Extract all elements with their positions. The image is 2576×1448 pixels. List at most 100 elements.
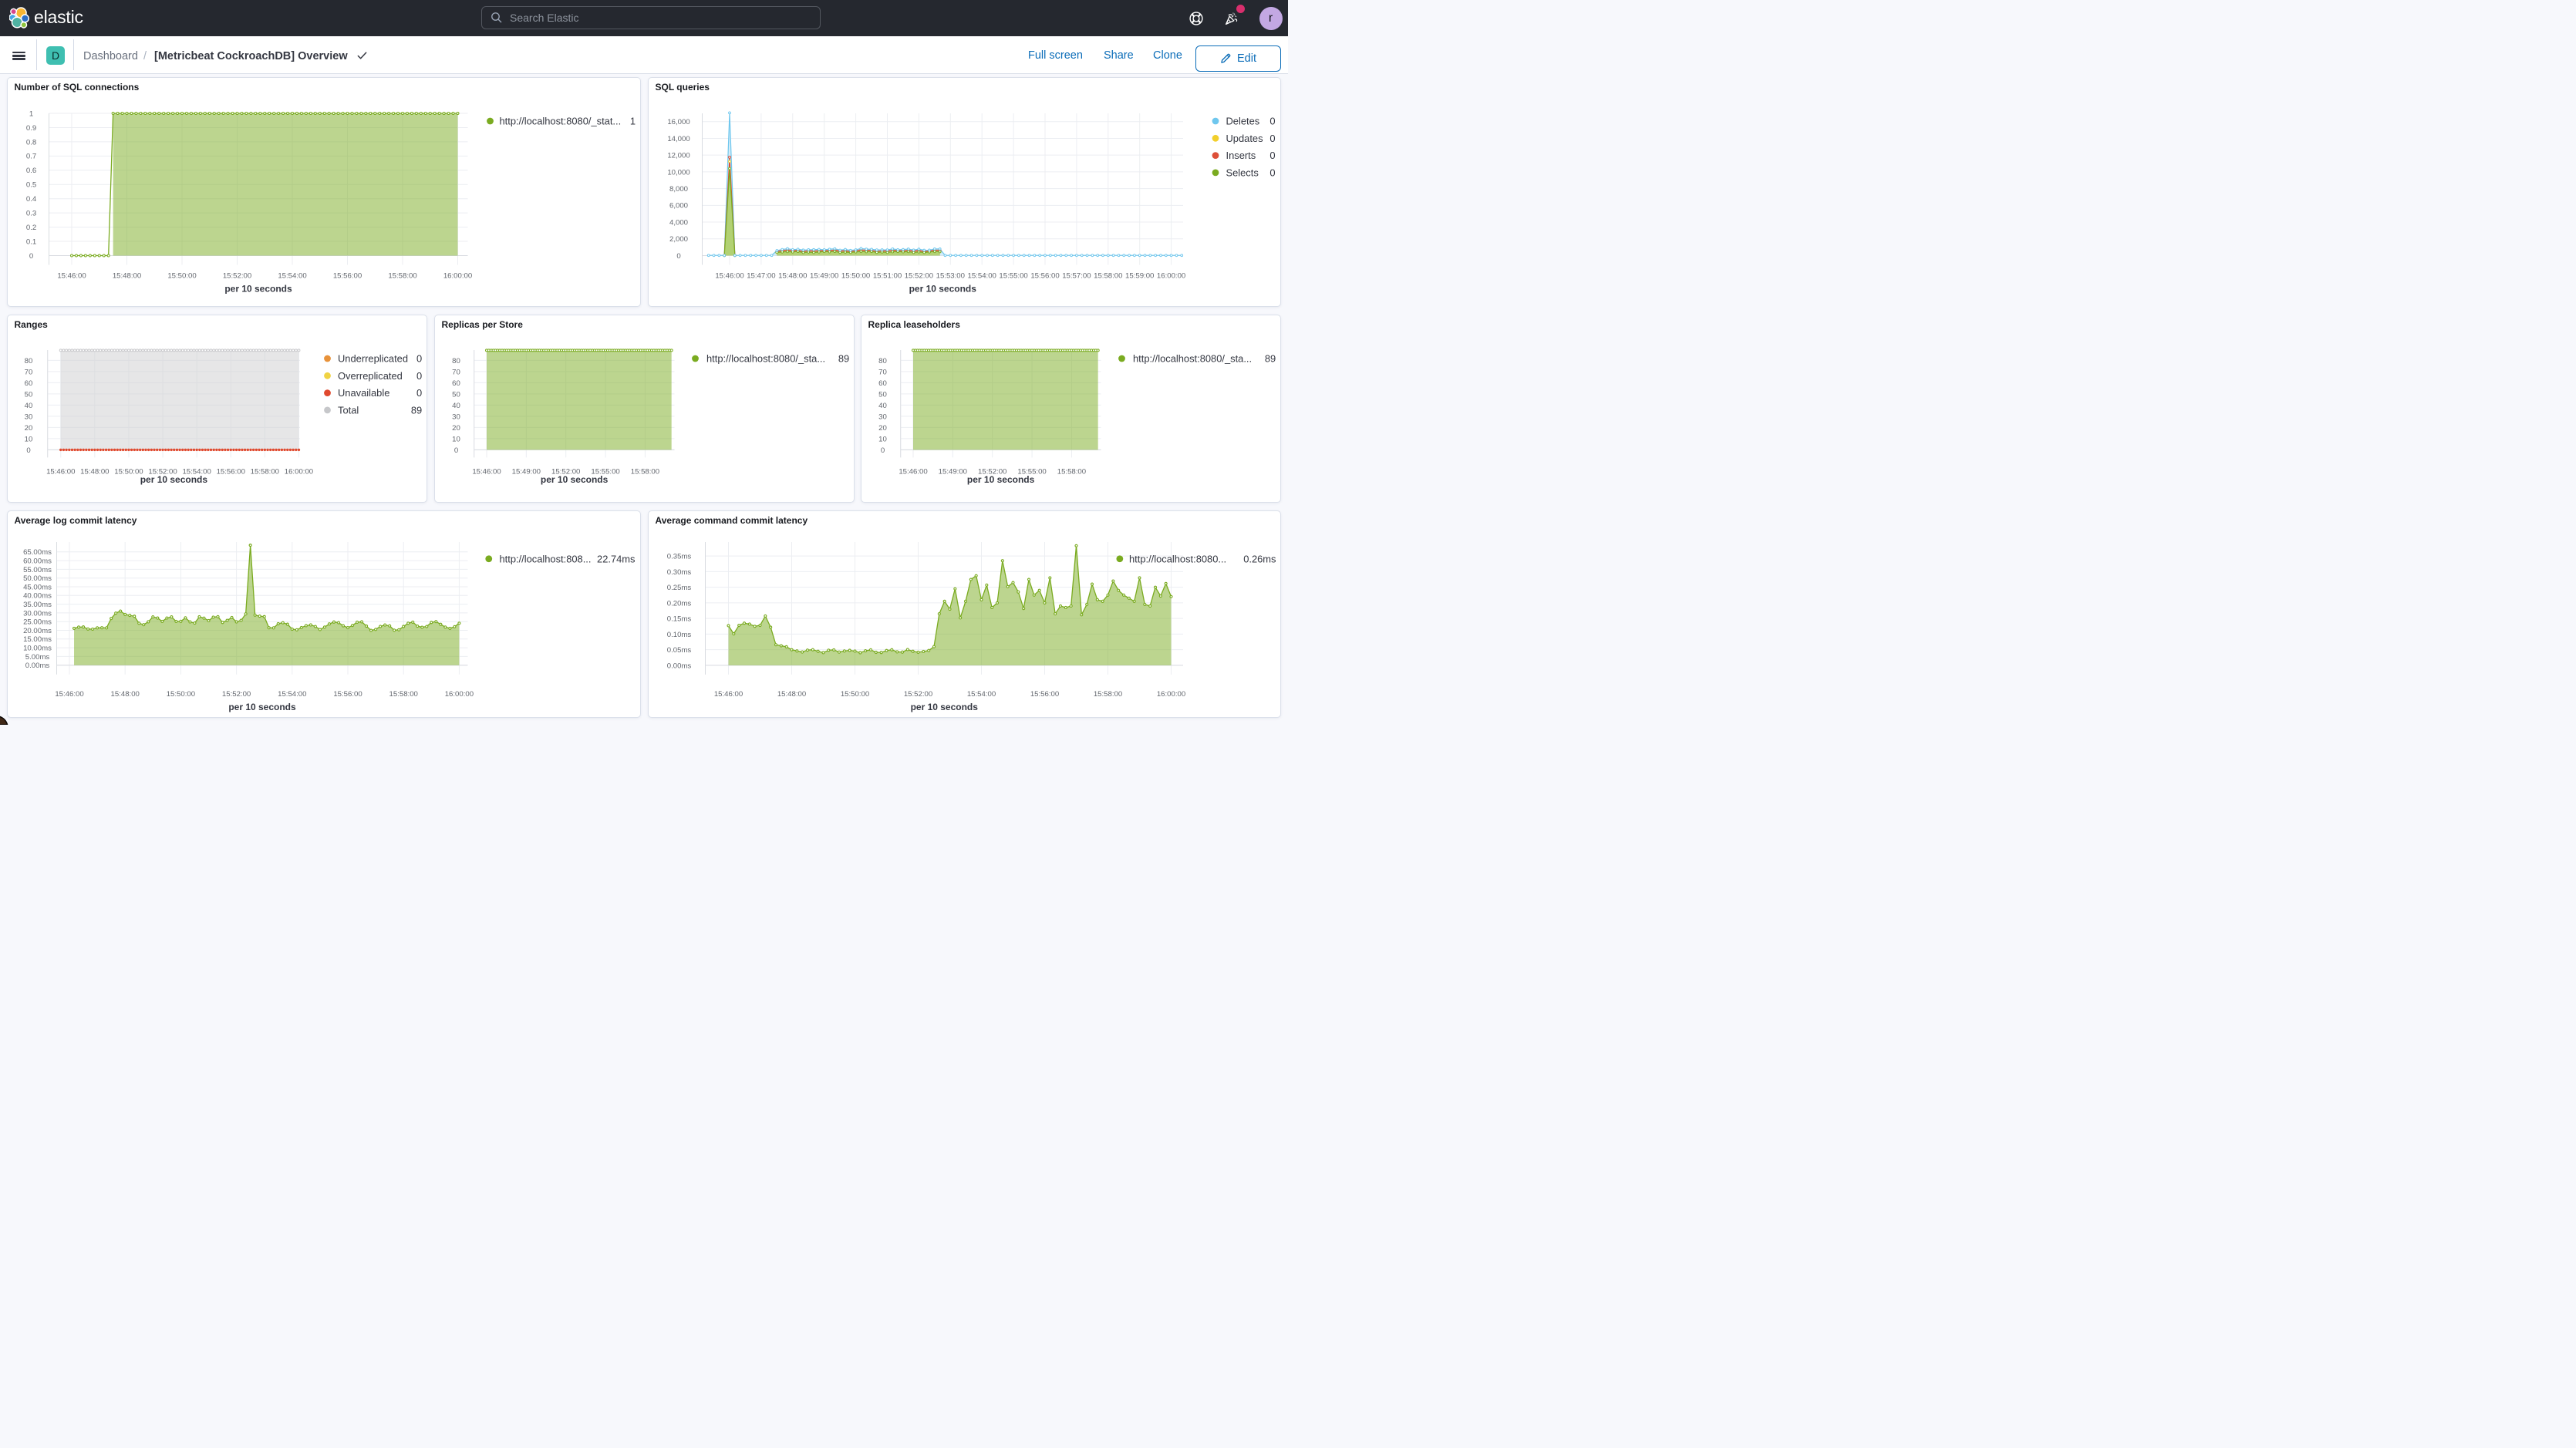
svg-text:15:54:00: 15:54:00 [278, 271, 306, 280]
svg-text:http://localhost:8080/_sta...: http://localhost:8080/_sta... [706, 352, 825, 364]
svg-text:0: 0 [880, 446, 884, 454]
svg-text:40: 40 [452, 401, 460, 409]
svg-text:20: 20 [24, 423, 32, 432]
svg-text:0.8: 0.8 [25, 138, 35, 146]
svg-text:15:56:00: 15:56:00 [1030, 271, 1059, 280]
svg-text:5.00ms: 5.00ms [25, 652, 49, 661]
svg-text:30: 30 [878, 413, 887, 421]
svg-text:per 10 seconds: per 10 seconds [909, 283, 976, 294]
svg-text:60: 60 [878, 379, 887, 387]
svg-text:15:49:00: 15:49:00 [810, 271, 838, 280]
svg-text:15:54:00: 15:54:00 [967, 271, 996, 280]
svg-text:Updates: Updates [1226, 132, 1263, 143]
svg-text:15.00ms: 15.00ms [23, 635, 52, 644]
svg-text:0.00ms: 0.00ms [25, 662, 49, 670]
svg-text:0.30ms: 0.30ms [666, 567, 691, 576]
svg-text:0: 0 [1269, 132, 1275, 143]
svg-text:0: 0 [416, 387, 422, 399]
svg-text:0: 0 [26, 446, 30, 454]
svg-text:20.00ms: 20.00ms [23, 626, 52, 635]
svg-text:55.00ms: 55.00ms [23, 565, 52, 574]
svg-text:16:00:00: 16:00:00 [284, 467, 312, 476]
svg-text:16:00:00: 16:00:00 [443, 271, 471, 280]
svg-text:15:49:00: 15:49:00 [938, 467, 966, 476]
svg-text:15:50:00: 15:50:00 [114, 467, 143, 476]
svg-text:15:53:00: 15:53:00 [936, 271, 964, 280]
svg-text:89: 89 [410, 404, 421, 416]
svg-text:0.4: 0.4 [25, 195, 36, 204]
svg-text:Inserts: Inserts [1226, 150, 1256, 161]
svg-text:15:52:00: 15:52:00 [904, 271, 932, 280]
svg-text:70: 70 [878, 368, 887, 376]
svg-text:15:58:00: 15:58:00 [250, 467, 278, 476]
svg-text:15:58:00: 15:58:00 [1057, 467, 1085, 476]
svg-text:15:46:00: 15:46:00 [899, 467, 927, 476]
svg-text:0.25ms: 0.25ms [666, 584, 691, 592]
svg-text:15:58:00: 15:58:00 [1094, 271, 1122, 280]
svg-text:http://localhost:808...: http://localhost:808... [499, 553, 591, 564]
svg-text:89: 89 [838, 352, 848, 364]
svg-text:15:48:00: 15:48:00 [112, 271, 140, 280]
svg-text:0.3: 0.3 [25, 209, 35, 217]
svg-text:10: 10 [878, 435, 887, 443]
svg-text:15:51:00: 15:51:00 [872, 271, 901, 280]
svg-text:0.26ms: 0.26ms [1243, 553, 1276, 564]
svg-text:15:52:00: 15:52:00 [221, 690, 250, 699]
svg-text:70: 70 [452, 368, 460, 376]
svg-text:per 10 seconds: per 10 seconds [224, 283, 292, 294]
svg-text:25.00ms: 25.00ms [23, 618, 52, 626]
svg-text:15:46:00: 15:46:00 [472, 467, 501, 476]
svg-text:Selects: Selects [1226, 167, 1258, 178]
svg-text:80: 80 [878, 356, 887, 365]
svg-text:35.00ms: 35.00ms [23, 600, 52, 608]
svg-text:4,000: 4,000 [669, 218, 687, 227]
svg-text:65.00ms: 65.00ms [23, 548, 52, 557]
svg-text:16:00:00: 16:00:00 [444, 690, 473, 699]
svg-text:14,000: 14,000 [667, 134, 690, 143]
svg-text:40.00ms: 40.00ms [23, 591, 52, 600]
svg-text:70: 70 [24, 368, 32, 376]
svg-text:15:46:00: 15:46:00 [46, 467, 75, 476]
svg-text:0.2: 0.2 [25, 223, 35, 231]
svg-text:0.20ms: 0.20ms [666, 599, 691, 608]
svg-text:0.5: 0.5 [25, 180, 35, 189]
svg-text:50.00ms: 50.00ms [23, 574, 52, 583]
svg-text:0.10ms: 0.10ms [666, 630, 691, 638]
svg-text:40: 40 [878, 401, 887, 409]
svg-text:Total: Total [338, 404, 359, 416]
svg-text:http://localhost:8080...: http://localhost:8080... [1129, 553, 1226, 564]
svg-text:0: 0 [29, 251, 32, 260]
svg-text:15:48:00: 15:48:00 [110, 690, 139, 699]
svg-text:0.05ms: 0.05ms [666, 646, 691, 655]
svg-text:60: 60 [24, 379, 32, 387]
svg-text:8,000: 8,000 [669, 184, 687, 193]
svg-text:0: 0 [453, 446, 457, 454]
svg-text:0: 0 [416, 352, 422, 364]
svg-text:15:57:00: 15:57:00 [1062, 271, 1091, 280]
svg-text:http://localhost:8080/_sta...: http://localhost:8080/_sta... [1133, 352, 1252, 364]
svg-text:1: 1 [29, 109, 32, 118]
svg-text:16:00:00: 16:00:00 [1156, 271, 1185, 280]
svg-text:30: 30 [452, 413, 460, 421]
svg-text:0: 0 [1269, 150, 1275, 161]
svg-text:16:00:00: 16:00:00 [1156, 690, 1185, 699]
svg-text:15:58:00: 15:58:00 [630, 467, 659, 476]
svg-text:45.00ms: 45.00ms [23, 583, 52, 591]
svg-text:15:56:00: 15:56:00 [1030, 690, 1058, 699]
svg-text:15:48:00: 15:48:00 [80, 467, 109, 476]
svg-text:http://localhost:8080/_stat...: http://localhost:8080/_stat... [499, 115, 621, 126]
svg-text:15:50:00: 15:50:00 [167, 271, 196, 280]
svg-text:per 10 seconds: per 10 seconds [140, 473, 207, 484]
svg-text:60.00ms: 60.00ms [23, 557, 52, 565]
svg-text:50: 50 [24, 390, 32, 399]
svg-text:30.00ms: 30.00ms [23, 609, 52, 618]
svg-text:15:52:00: 15:52:00 [903, 690, 932, 699]
svg-text:15:48:00: 15:48:00 [778, 271, 807, 280]
svg-text:40: 40 [24, 401, 32, 409]
svg-text:15:47:00: 15:47:00 [747, 271, 775, 280]
svg-text:80: 80 [452, 356, 460, 365]
svg-text:50: 50 [878, 390, 887, 399]
svg-text:16,000: 16,000 [667, 118, 690, 126]
svg-text:0: 0 [416, 369, 422, 381]
svg-text:0: 0 [676, 251, 680, 260]
